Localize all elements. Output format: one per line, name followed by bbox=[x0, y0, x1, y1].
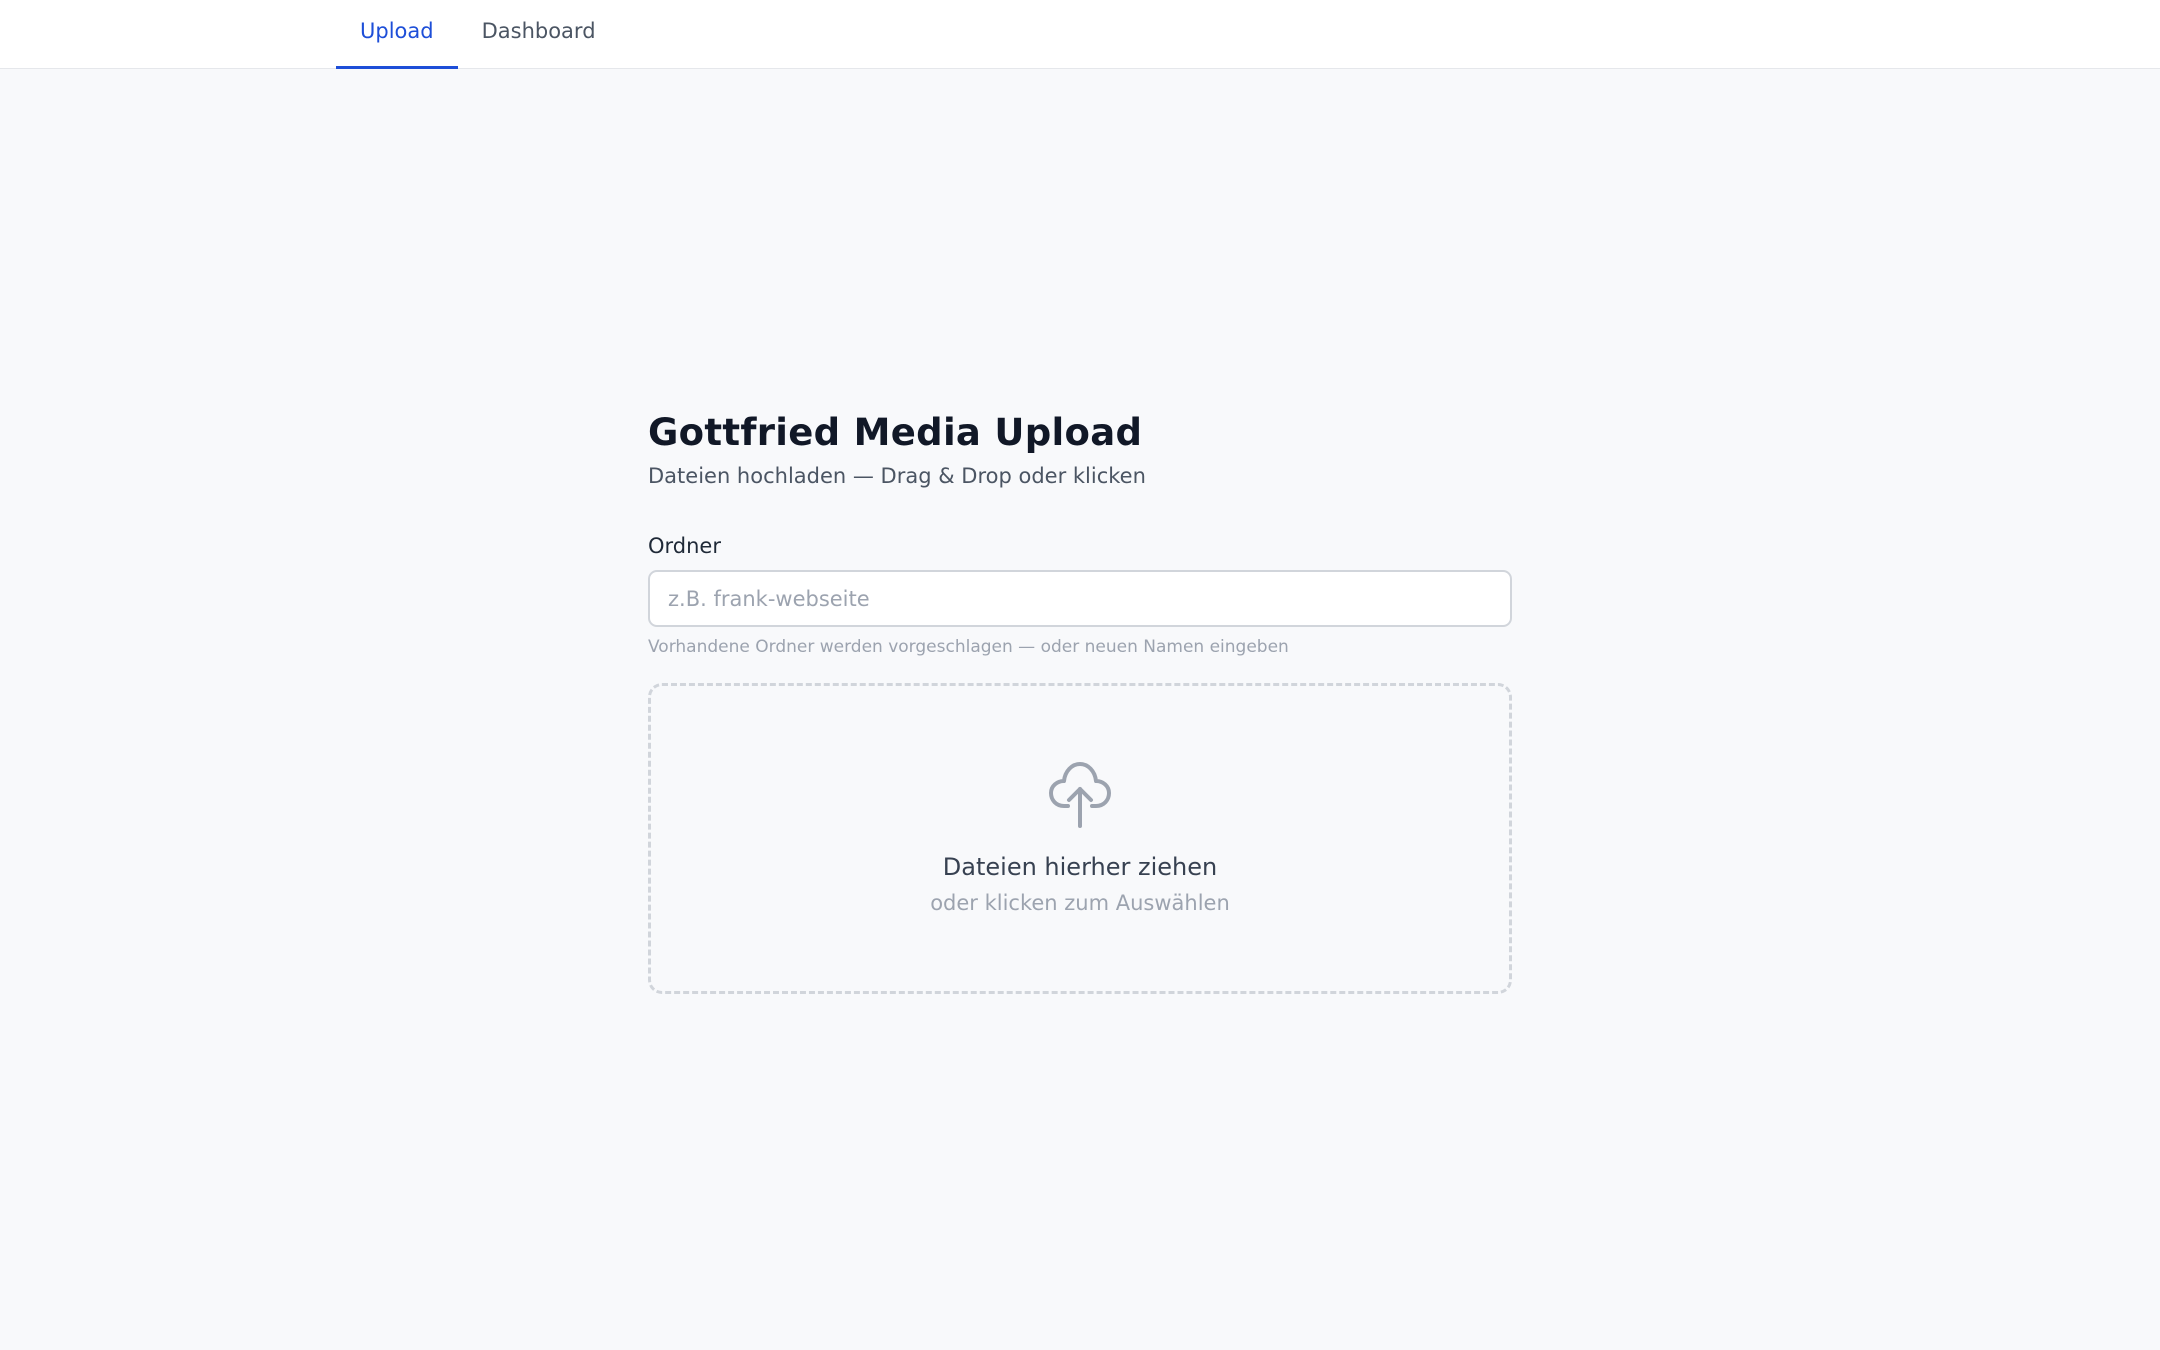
cloud-upload-icon bbox=[1049, 761, 1111, 828]
folder-input-wrapper bbox=[648, 570, 1512, 627]
folder-hint: Vorhandene Ordner werden vorgeschlagen —… bbox=[648, 637, 1289, 657]
dropzone-subtitle: oder klicken zum Auswählen bbox=[930, 890, 1230, 915]
nav-tabs: Upload Dashboard bbox=[336, 0, 620, 69]
page-subtitle: Dateien hochladen — Drag & Drop oder kli… bbox=[648, 464, 1146, 488]
folder-label: Ordner bbox=[648, 534, 721, 558]
upload-panel: Gottfried Media Upload Dateien hochladen… bbox=[648, 408, 1512, 994]
folder-input[interactable] bbox=[650, 572, 1510, 625]
top-navigation: Upload Dashboard bbox=[0, 0, 2160, 69]
tab-upload[interactable]: Upload bbox=[336, 0, 458, 69]
file-dropzone[interactable]: Dateien hierher ziehen oder klicken zum … bbox=[648, 683, 1512, 994]
dropzone-title: Dateien hierher ziehen bbox=[942, 852, 1218, 881]
page-title: Gottfried Media Upload bbox=[648, 411, 1143, 454]
tab-dashboard[interactable]: Dashboard bbox=[458, 0, 620, 69]
